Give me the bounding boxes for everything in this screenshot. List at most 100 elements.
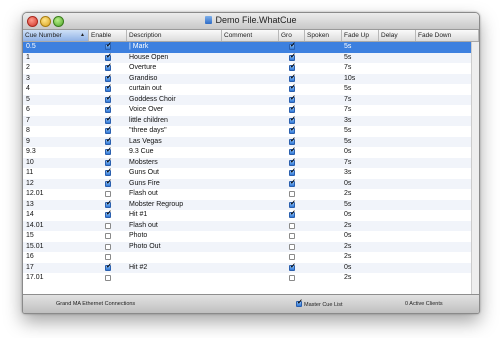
- go-checkbox[interactable]: [289, 167, 296, 178]
- fade-up-value: 0s: [344, 148, 352, 155]
- enable-checkbox[interactable]: [105, 243, 111, 250]
- column-header-description[interactable]: Description: [127, 30, 222, 41]
- cue-description: [129, 252, 224, 263]
- enable-checkbox[interactable]: [105, 125, 112, 136]
- go-checkbox[interactable]: [289, 233, 295, 239]
- active-clients-count: 0 Active Clients: [405, 301, 443, 307]
- enable-checkbox[interactable]: [105, 233, 111, 239]
- cue-number: 4: [26, 85, 30, 92]
- go-checkbox[interactable]: [289, 178, 296, 188]
- cue-row[interactable]: 5 Goddess Choir 7s: [23, 94, 479, 105]
- cue-row[interactable]: 2 Overture 7s: [23, 62, 479, 74]
- master-cue-list-toggle[interactable]: Master Cue List: [296, 298, 343, 308]
- fade-up-value: 10s: [344, 74, 356, 82]
- enable-checkbox[interactable]: [105, 52, 112, 62]
- go-checkbox[interactable]: [289, 146, 296, 157]
- enable-checkbox[interactable]: [105, 83, 112, 94]
- go-checkbox[interactable]: [289, 243, 295, 250]
- go-checkbox[interactable]: [289, 254, 295, 260]
- enable-checkbox[interactable]: [105, 262, 112, 272]
- column-header-enable[interactable]: Enable: [89, 30, 127, 41]
- go-checkbox[interactable]: [289, 62, 296, 73]
- go-checkbox[interactable]: [289, 94, 296, 104]
- status-bar: Grand MA Ethernet Connections Master Cue…: [23, 294, 479, 313]
- cue-row[interactable]: 8 "three days" 5s: [23, 125, 479, 137]
- enable-checkbox[interactable]: [105, 199, 112, 209]
- column-header-delay[interactable]: Delay: [379, 30, 416, 41]
- column-header-comment[interactable]: Comment: [222, 30, 279, 41]
- go-checkbox[interactable]: [289, 275, 295, 281]
- cue-row[interactable]: 12 Guns Fire 0s: [23, 178, 479, 189]
- column-header-fade-down[interactable]: Fade Down: [416, 30, 479, 41]
- fade-up-value: 5s: [344, 200, 352, 208]
- cue-number: 15: [26, 232, 34, 239]
- cue-row[interactable]: 9.3 9.3 Cue 0s: [23, 146, 479, 158]
- cue-row[interactable]: 15 Photo 0s: [23, 231, 479, 242]
- cue-row[interactable]: 14.01 Flash out 2s: [23, 220, 479, 231]
- go-checkbox[interactable]: [289, 52, 296, 62]
- go-checkbox[interactable]: [289, 191, 295, 197]
- vertical-scrollbar[interactable]: [471, 42, 479, 294]
- cue-row[interactable]: 10 Mobsters 7s: [23, 157, 479, 168]
- enable-checkbox[interactable]: [105, 115, 112, 125]
- cue-row[interactable]: 4 curtain out 5s: [23, 83, 479, 95]
- go-checkbox[interactable]: [289, 209, 296, 220]
- go-checkbox[interactable]: [289, 115, 296, 125]
- cue-number: 0.5: [26, 43, 36, 50]
- enable-checkbox[interactable]: [105, 104, 112, 115]
- cue-table[interactable]: 0.5 | Mark 5s 1 House Open 5s 2 Overture 7s 3 Gran…: [23, 42, 479, 294]
- master-cue-list-checkbox[interactable]: [296, 298, 303, 307]
- enable-checkbox[interactable]: [105, 178, 112, 188]
- enable-checkbox[interactable]: [105, 222, 111, 229]
- go-checkbox[interactable]: [289, 262, 296, 272]
- cue-number: 12: [26, 179, 34, 187]
- cue-row[interactable]: 14 Hit #1 0s: [23, 209, 479, 221]
- enable-checkbox[interactable]: [105, 42, 112, 52]
- go-checkbox[interactable]: [289, 42, 296, 52]
- cue-row[interactable]: 15.01 Photo Out 2s: [23, 241, 479, 252]
- enable-checkbox[interactable]: [105, 136, 112, 146]
- cue-row[interactable]: 17 Hit #2 0s: [23, 262, 479, 273]
- column-header-fade-up[interactable]: Fade Up: [342, 30, 379, 41]
- enable-checkbox[interactable]: [105, 62, 112, 73]
- cue-description: Flash out: [129, 190, 158, 197]
- cue-description: Flash out: [129, 221, 158, 229]
- enable-checkbox[interactable]: [105, 275, 111, 281]
- enable-checkbox[interactable]: [105, 146, 112, 157]
- cue-row[interactable]: 3 Grandiso 10s: [23, 73, 479, 84]
- cue-number: 14.01: [26, 221, 44, 229]
- cue-description: Hit #1: [129, 211, 148, 218]
- go-checkbox[interactable]: [289, 73, 296, 83]
- cue-row[interactable]: 0.5 | Mark 5s: [23, 42, 479, 53]
- enable-checkbox[interactable]: [105, 209, 112, 220]
- go-checkbox[interactable]: [289, 199, 296, 209]
- go-checkbox[interactable]: [289, 125, 296, 136]
- cue-row[interactable]: 12.01 Flash out 2s: [23, 189, 479, 200]
- cue-row[interactable]: 16 2s: [23, 252, 479, 263]
- sort-ascending-icon: ▲: [80, 32, 85, 38]
- enable-checkbox[interactable]: [105, 191, 111, 197]
- cue-row[interactable]: 6 Voice Over 7s: [23, 104, 479, 116]
- enable-checkbox[interactable]: [105, 94, 112, 104]
- cue-description: Mobster Regroup: [129, 200, 184, 208]
- column-header-spoken[interactable]: Spoken: [305, 30, 342, 41]
- cue-row[interactable]: 7 little children 3s: [23, 115, 479, 126]
- column-header-gro[interactable]: Gro: [279, 30, 305, 41]
- fade-up-value: 0s: [344, 179, 352, 187]
- enable-checkbox[interactable]: [105, 167, 112, 178]
- cue-row[interactable]: 13 Mobster Regroup 5s: [23, 199, 479, 210]
- cue-row[interactable]: 9 Las Vegas 5s: [23, 136, 479, 147]
- enable-checkbox[interactable]: [105, 73, 112, 83]
- cue-row[interactable]: 17.01 2s: [23, 273, 479, 284]
- go-checkbox[interactable]: [289, 222, 295, 229]
- column-header-cue-number[interactable]: Cue Number ▲: [23, 30, 89, 41]
- fade-up-value: 0s: [344, 232, 352, 239]
- cue-row[interactable]: 1 House Open 5s: [23, 52, 479, 63]
- go-checkbox[interactable]: [289, 83, 296, 94]
- enable-checkbox[interactable]: [105, 254, 111, 260]
- go-checkbox[interactable]: [289, 136, 296, 146]
- go-checkbox[interactable]: [289, 104, 296, 115]
- go-checkbox[interactable]: [289, 157, 296, 167]
- enable-checkbox[interactable]: [105, 157, 112, 167]
- cue-row[interactable]: 11 Guns Out 3s: [23, 167, 479, 179]
